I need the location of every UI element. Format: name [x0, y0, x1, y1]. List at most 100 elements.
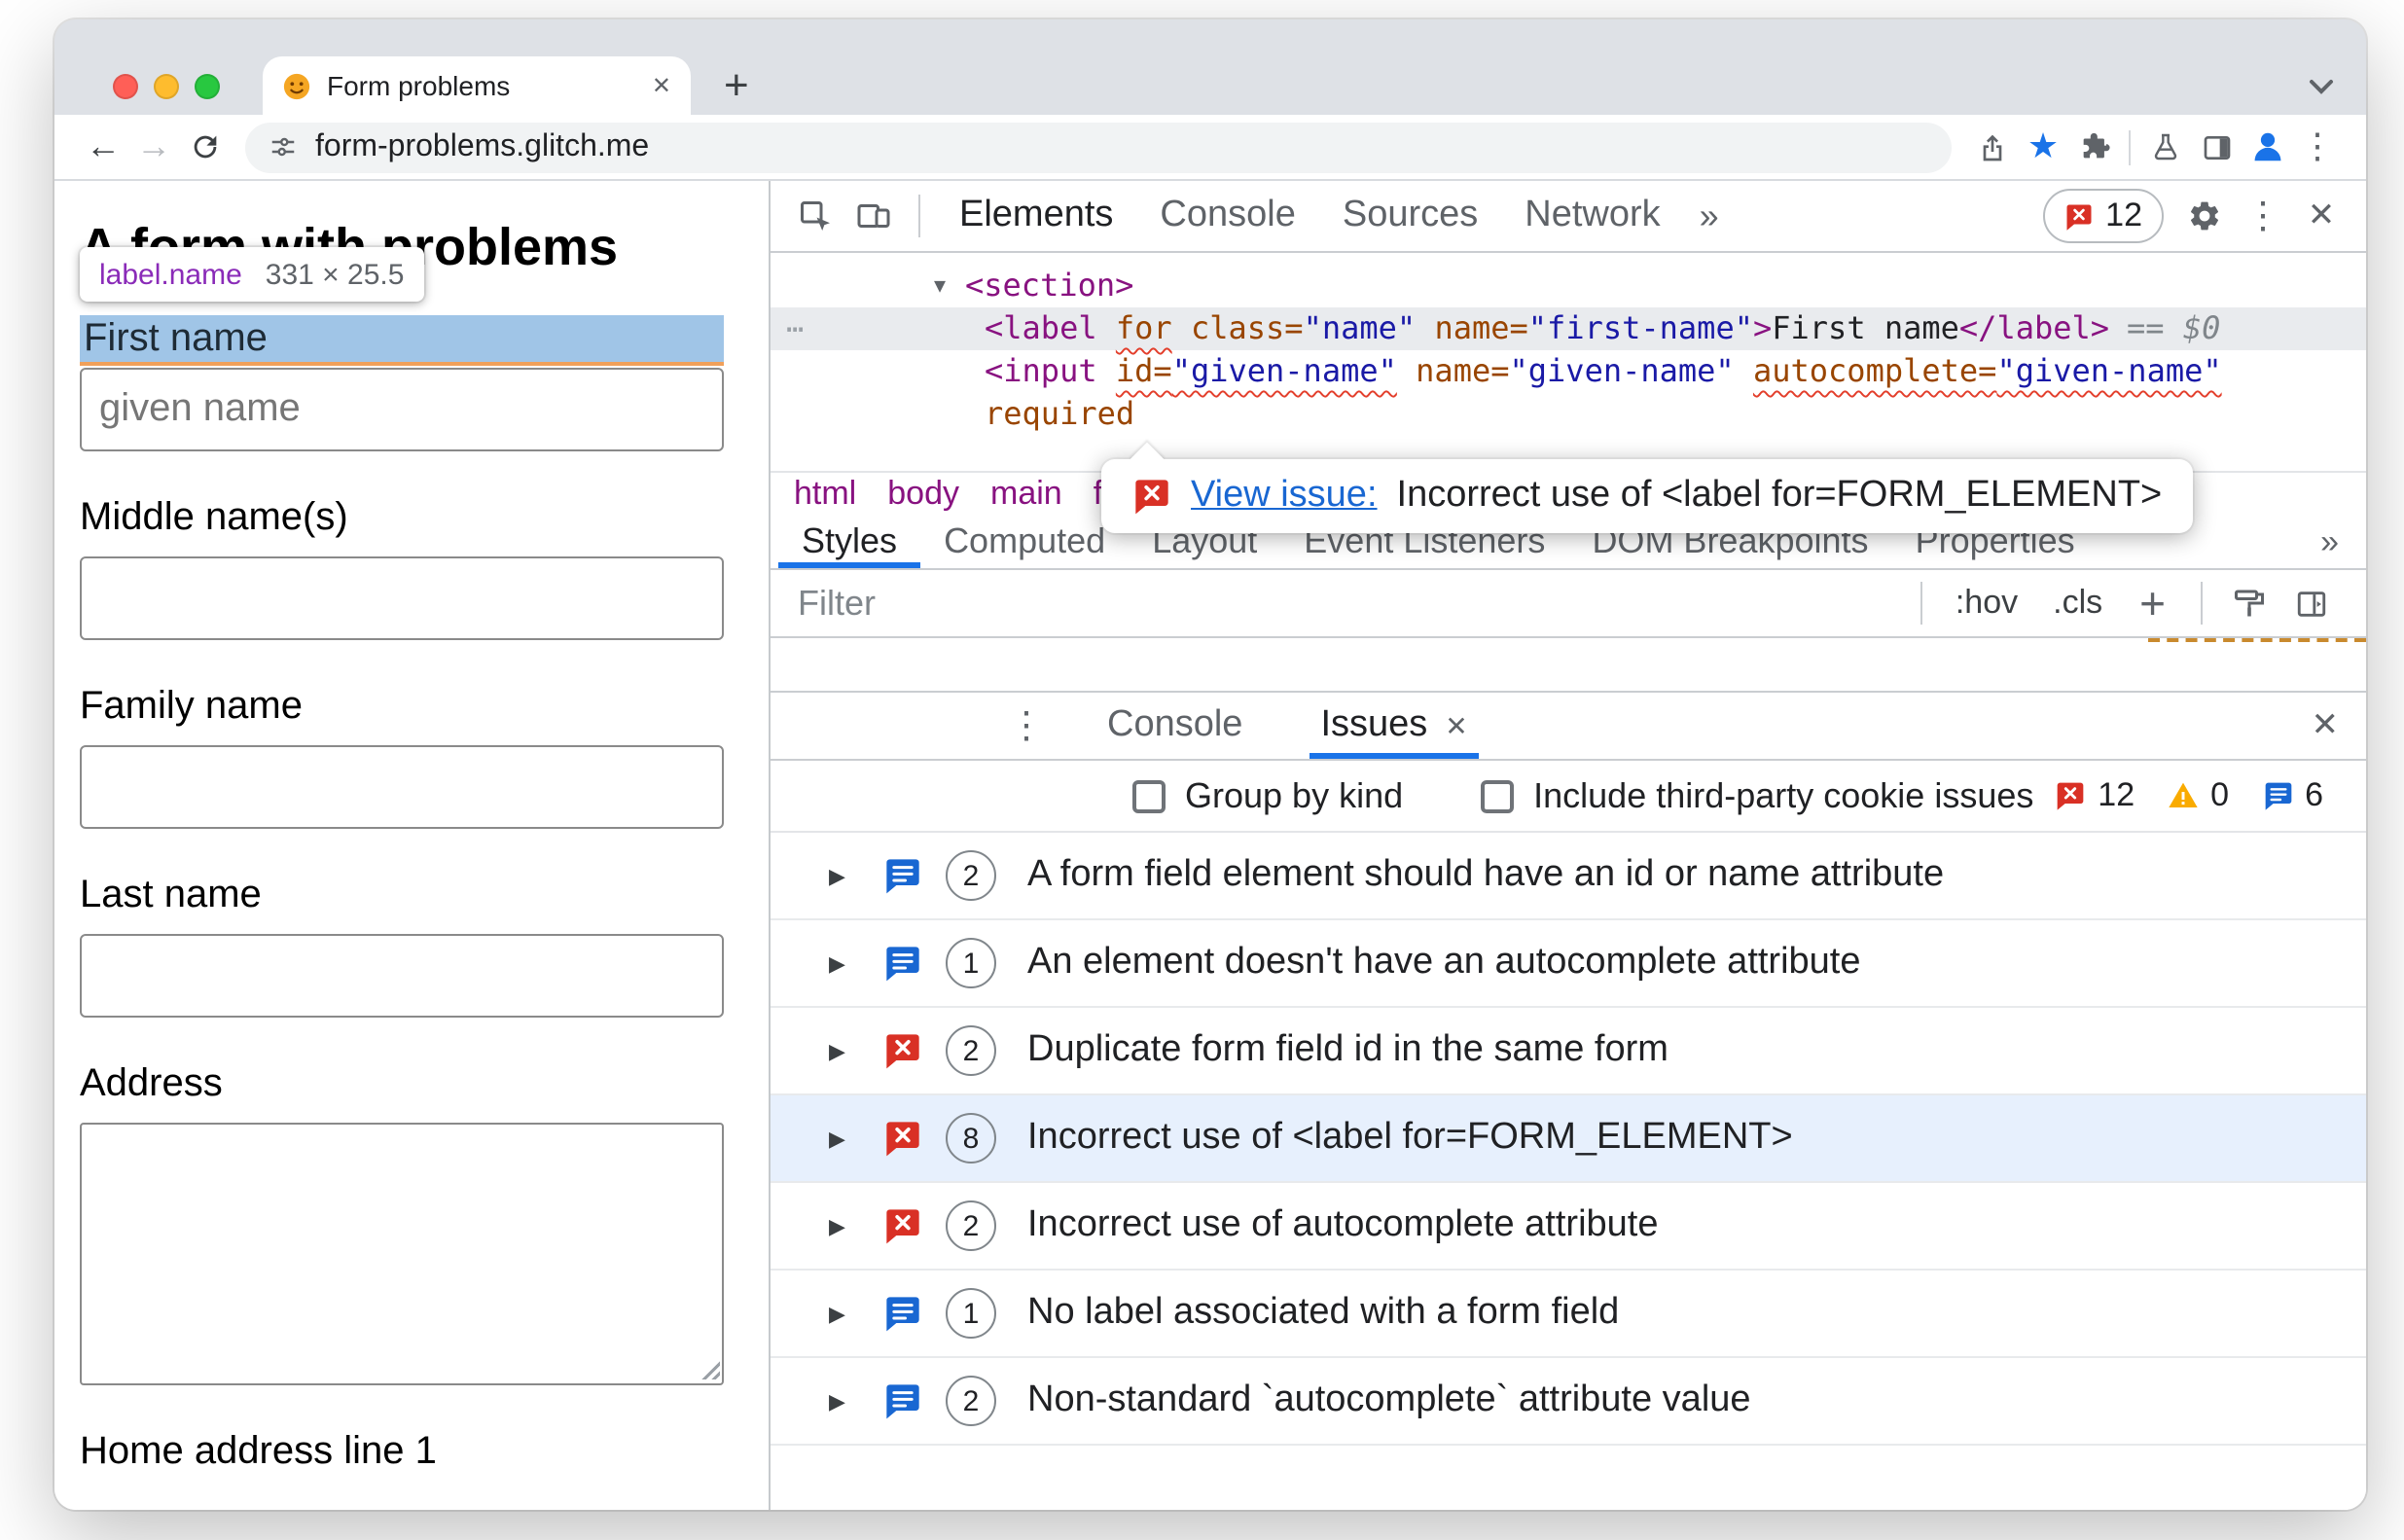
issue-count-badge: 8 [946, 1113, 996, 1164]
issue-title[interactable]: An element doesn't have an autocomplete … [1027, 942, 1861, 985]
drawer-close-icon[interactable]: ✕ [2312, 693, 2340, 759]
forward-button[interactable]: → [128, 126, 179, 167]
last-name-label: Last name [80, 874, 262, 916]
expand-arrow-icon[interactable]: ▶ [829, 950, 852, 976]
issue-row-selected[interactable]: ▶ 8 Incorrect use of <label for=FORM_ELE… [771, 1095, 2366, 1183]
window-close-button[interactable] [113, 74, 138, 99]
expand-arrow-icon[interactable]: ▶ [829, 1126, 852, 1151]
issue-count-badge: 2 [946, 850, 996, 901]
view-issue-link[interactable]: View issue: [1191, 475, 1378, 518]
issue-title[interactable]: A form field element should have an id o… [1027, 854, 1944, 897]
family-name-input[interactable] [80, 745, 724, 829]
issue-title[interactable]: Incorrect use of <label for=FORM_ELEMENT… [1027, 1117, 1793, 1160]
more-panels-icon[interactable]: » [1684, 181, 1735, 251]
side-panel-icon[interactable] [2191, 131, 2242, 162]
tab-close-icon[interactable]: ✕ [652, 72, 671, 99]
devtools-drawer: ⋮ Console Issues ✕ ✕ Group by kind Inclu… [771, 691, 2366, 1510]
attr-for-with-issue[interactable]: for [1116, 309, 1172, 346]
issues-tab-close-icon[interactable]: ✕ [1445, 709, 1467, 742]
labs-flask-icon[interactable] [2140, 130, 2191, 163]
home-address-line1-label: Home address line 1 [80, 1430, 437, 1473]
address-label: Address [80, 1062, 223, 1105]
breadcrumb-html[interactable]: html [794, 475, 856, 514]
breadcrumb-body[interactable]: body [887, 475, 959, 514]
breadcrumb-main[interactable]: main [990, 475, 1062, 514]
expand-caret-icon[interactable]: ▼ [934, 267, 965, 309]
more-sidebar-tabs-icon[interactable]: » [2320, 516, 2339, 568]
styles-filter-input[interactable] [798, 583, 1905, 624]
third-party-label: Include third-party cookie issues [1533, 775, 2034, 814]
overflow-dots-icon[interactable]: ⋯ [786, 307, 804, 350]
expand-arrow-icon[interactable]: ▶ [829, 1038, 852, 1063]
tree-line-label-selected[interactable]: ⋯ <label for class="name" name="first-nam… [771, 307, 2366, 350]
drawer-tab-console[interactable]: Console [1095, 693, 1254, 759]
issue-title[interactable]: Incorrect use of autocomplete attribute [1027, 1204, 1658, 1247]
new-style-rule-icon[interactable]: + [2139, 580, 2166, 626]
issue-error-icon [883, 1119, 922, 1158]
devtools-tab-sources[interactable]: Sources [1319, 181, 1501, 251]
devtools-panel: Elements Console Sources Network » 12 ⋮ … [769, 181, 2366, 1510]
toggle-classes-button[interactable]: .cls [2053, 584, 2102, 623]
profile-avatar[interactable] [2242, 128, 2292, 165]
expand-arrow-icon[interactable]: ▶ [829, 1213, 852, 1238]
tab-search-chevron-icon[interactable] [2308, 70, 2335, 105]
browser-tab[interactable]: Form problems ✕ [263, 56, 691, 115]
new-tab-button[interactable]: + [724, 60, 749, 111]
extensions-icon[interactable] [2068, 130, 2119, 163]
issue-row[interactable]: ▶ 1 An element doesn't have an autocompl… [771, 920, 2366, 1008]
inspect-overlay-tooltip: label.name 331 × 25.5 [80, 247, 424, 302]
url-text[interactable]: form-problems.glitch.me [315, 129, 649, 164]
group-by-kind-checkbox[interactable] [1132, 779, 1166, 812]
expand-arrow-icon[interactable]: ▶ [829, 863, 852, 888]
devtools-tab-console[interactable]: Console [1136, 181, 1318, 251]
drawer-tab-issues[interactable]: Issues ✕ [1309, 693, 1479, 759]
last-name-input[interactable] [80, 934, 724, 1018]
address-bar[interactable]: form-problems.glitch.me [245, 122, 1952, 172]
window-minimize-button[interactable] [154, 74, 179, 99]
window-zoom-button[interactable] [195, 74, 220, 99]
devtools-tab-network[interactable]: Network [1501, 181, 1683, 251]
expand-arrow-icon[interactable]: ▶ [829, 1301, 852, 1326]
web-page: A form with problems First name Middle n… [54, 181, 769, 1510]
browser-menu-icon[interactable]: ⋮ [2292, 126, 2343, 167]
drawer-menu-icon[interactable]: ⋮ [1008, 693, 1045, 759]
tree-line-section[interactable]: ▼ <section> [771, 265, 2366, 307]
reload-button[interactable] [179, 130, 230, 163]
tree-line-input[interactable]: <input id="given-name" name="given-name"… [771, 350, 2366, 393]
issue-row[interactable]: ▶ 2 Duplicate form field id in the same … [771, 1008, 2366, 1095]
issue-title[interactable]: Non-standard `autocomplete` attribute va… [1027, 1379, 1751, 1422]
device-toolbar-icon[interactable] [844, 198, 903, 233]
settings-gear-icon[interactable] [2175, 198, 2234, 233]
toggle-hover-state-button[interactable]: :hov [1955, 584, 2018, 623]
issue-title[interactable]: No label associated with a form field [1027, 1292, 1619, 1335]
middle-name-input[interactable] [80, 556, 724, 640]
expand-arrow-icon[interactable]: ▶ [829, 1388, 852, 1414]
paint-roller-icon[interactable] [2232, 586, 2267, 621]
bookmark-star-icon[interactable]: ★ [2018, 126, 2068, 167]
issues-error-badge[interactable]: 12 [2043, 189, 2164, 243]
issue-row[interactable]: ▶ 1 No label associated with a form fiel… [771, 1271, 2366, 1358]
back-button[interactable]: ← [78, 126, 128, 167]
devtools-close-icon[interactable]: ✕ [2292, 197, 2350, 235]
issue-count-badge: 1 [946, 1288, 996, 1339]
first-name-input[interactable] [80, 368, 724, 451]
inspect-element-icon[interactable] [786, 198, 844, 233]
window-controls [113, 74, 220, 99]
drawer-tab-issues-label: Issues [1320, 704, 1428, 745]
tree-line-required[interactable]: required [771, 393, 2366, 436]
issue-row[interactable]: ▶ 2 Incorrect use of autocomplete attrib… [771, 1183, 2366, 1271]
issue-row[interactable]: ▶ 2 Non-standard `autocomplete` attribut… [771, 1358, 2366, 1446]
browser-window: Form problems ✕ + ← → form-problems.glit… [54, 19, 2366, 1510]
toolbar-divider [918, 195, 920, 237]
devtools-tab-elements[interactable]: Elements [936, 181, 1136, 251]
devtools-menu-icon[interactable]: ⋮ [2234, 194, 2292, 238]
share-icon[interactable] [1967, 129, 2018, 164]
site-settings-icon[interactable] [269, 132, 298, 161]
address-textarea[interactable] [80, 1123, 724, 1385]
issue-title[interactable]: Duplicate form field id in the same form [1027, 1029, 1668, 1072]
third-party-checkbox[interactable] [1481, 779, 1515, 812]
tab-styles[interactable]: Styles [778, 516, 920, 568]
issue-row[interactable]: ▶ 2 A form field element should have an … [771, 833, 2366, 920]
show-sidebar-panel-icon[interactable] [2294, 587, 2329, 620]
tab-computed[interactable]: Computed [920, 516, 1129, 568]
